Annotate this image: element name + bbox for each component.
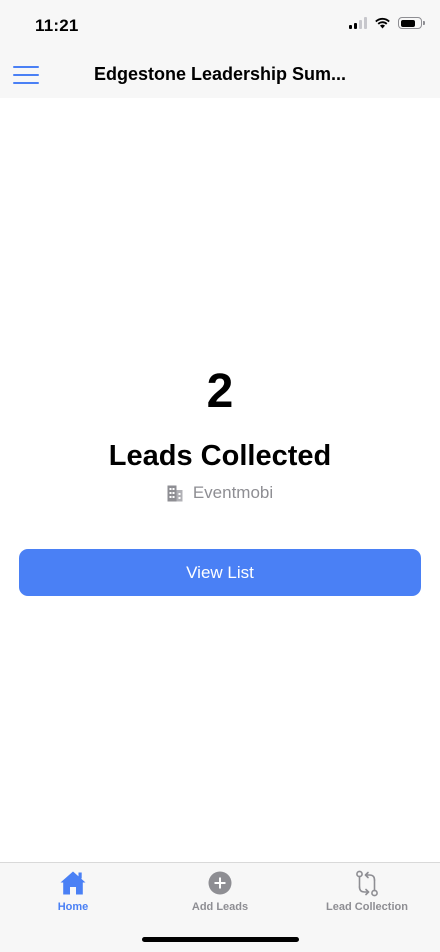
add-circle-icon — [208, 871, 232, 895]
status-icons — [349, 17, 425, 29]
wifi-icon — [375, 17, 390, 29]
tab-home[interactable]: Home — [0, 869, 146, 913]
tab-home-label: Home — [57, 901, 89, 913]
home-indicator — [142, 937, 299, 942]
home-icon — [60, 871, 86, 895]
battery-icon — [398, 17, 425, 29]
tab-lead-collection[interactable]: Lead Collection — [294, 869, 440, 913]
tab-add-leads[interactable]: Add Leads — [147, 869, 293, 913]
organization-name: Eventmobi — [192, 483, 274, 502]
page-title: Edgestone Leadership Sum... — [93, 64, 347, 84]
leads-collected-label: Leads Collected — [108, 440, 332, 472]
tab-add-leads-label: Add Leads — [191, 901, 249, 913]
status-time: 11:21 — [35, 16, 79, 35]
organization-row: Eventmobi — [0, 483, 440, 503]
view-list-button[interactable]: View List — [19, 549, 421, 596]
cellular-signal-icon — [349, 17, 367, 29]
building-icon — [167, 485, 183, 501]
sync-arrows-icon — [356, 870, 378, 896]
tab-lead-collection-label: Lead Collection — [326, 901, 408, 913]
lead-count: 2 — [206, 365, 234, 418]
app-header: 11:21 Edgestone Leadership Sum... — [0, 0, 440, 98]
